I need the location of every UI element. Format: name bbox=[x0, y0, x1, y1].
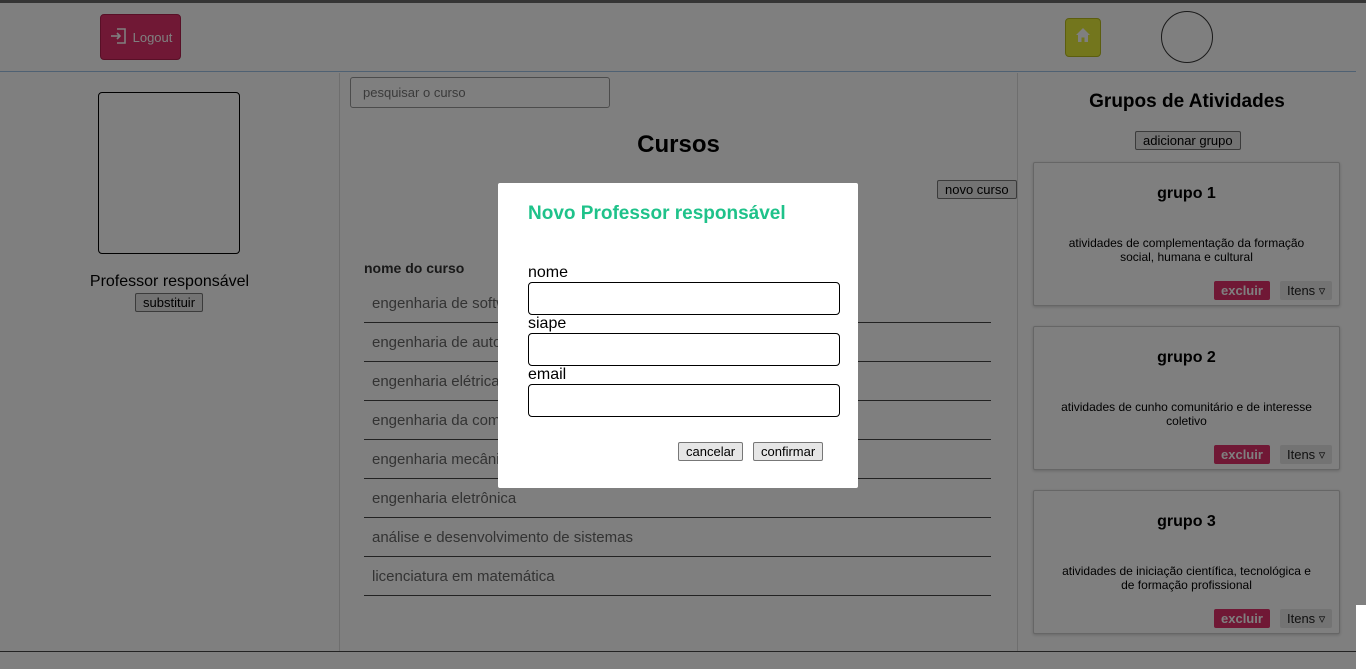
scrollbar-corner bbox=[1356, 605, 1366, 669]
novo-professor-modal: Novo Professor responsável nome siape em… bbox=[498, 183, 858, 488]
email-field[interactable] bbox=[528, 384, 840, 417]
modal-title: Novo Professor responsável bbox=[528, 203, 786, 224]
cancel-button[interactable]: cancelar bbox=[678, 442, 744, 461]
nome-label: nome bbox=[528, 264, 569, 281]
confirm-button[interactable]: confirmar bbox=[753, 442, 824, 461]
page: Logout Professor responsável substituir … bbox=[0, 0, 1366, 669]
siape-field[interactable] bbox=[528, 333, 840, 366]
email-label: email bbox=[528, 366, 567, 383]
nome-field[interactable] bbox=[528, 282, 840, 315]
siape-label: siape bbox=[528, 315, 567, 332]
